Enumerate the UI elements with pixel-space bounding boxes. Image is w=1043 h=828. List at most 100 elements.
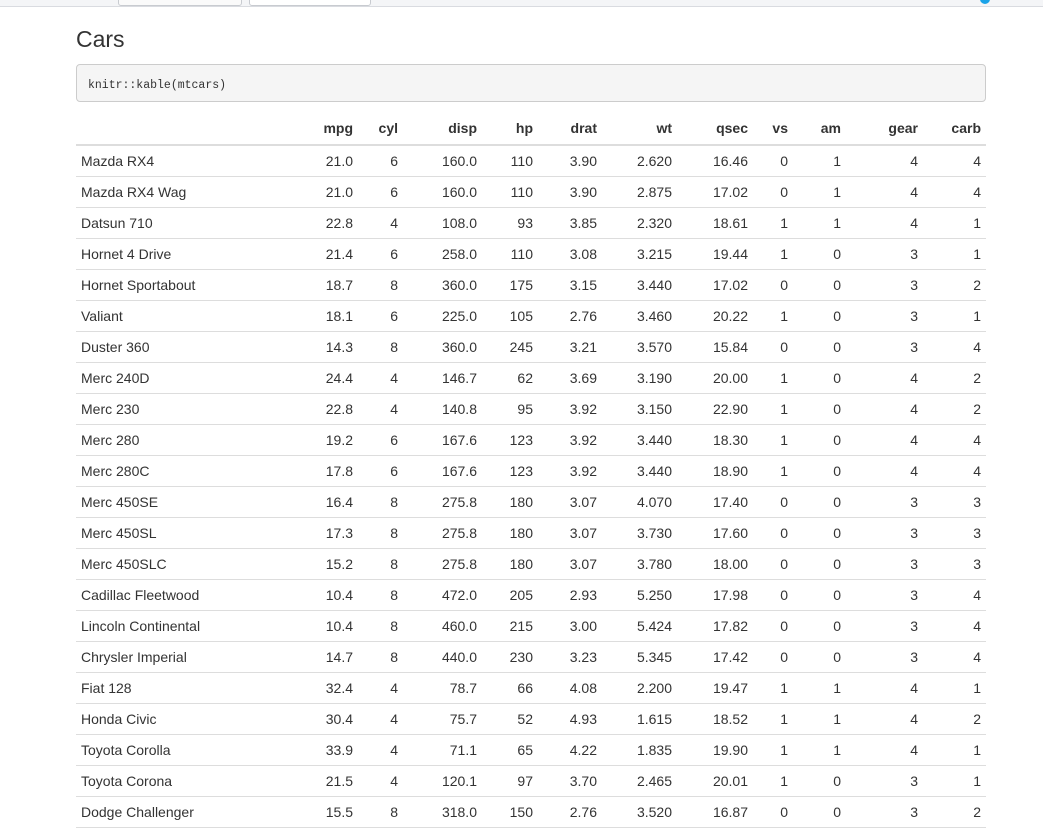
cell-qsec: 16.46: [677, 145, 753, 177]
cell-hp: 205: [482, 579, 538, 611]
column-header-drat: drat: [538, 111, 602, 146]
cell-hp: 230: [482, 641, 538, 673]
cell-disp: 167.6: [403, 455, 482, 487]
cell-hp: 110: [482, 176, 538, 208]
cell-wt: 3.150: [602, 393, 677, 425]
cell-mpg: 17.3: [305, 517, 358, 549]
cell-drat: 3.90: [538, 145, 602, 177]
cell-gear: 4: [846, 145, 923, 177]
cell-vs: 0: [753, 269, 793, 301]
cell-drat: 3.90: [538, 176, 602, 208]
cell-vs: 0: [753, 796, 793, 828]
row-name-cell: Dodge Challenger: [76, 796, 305, 828]
cell-carb: 4: [923, 424, 986, 456]
cell-cyl: 4: [358, 703, 403, 735]
row-name-cell: Toyota Corona: [76, 765, 305, 797]
cell-carb: 4: [923, 176, 986, 208]
table-row: Merc 240D 24.4 4 146.7 62 3.69 3.190 20.00 1 0 4 2: [76, 362, 986, 394]
cell-drat: 4.08: [538, 672, 602, 704]
cell-vs: 1: [753, 362, 793, 394]
cell-disp: 440.0: [403, 641, 482, 673]
cell-hp: 180: [482, 548, 538, 580]
cell-qsec: 19.44: [677, 238, 753, 270]
column-header-mpg: mpg: [305, 111, 358, 146]
cell-cyl: 6: [358, 176, 403, 208]
cell-wt: 2.875: [602, 176, 677, 208]
cell-vs: 1: [753, 734, 793, 766]
cell-am: 1: [793, 703, 846, 735]
cell-drat: 4.22: [538, 734, 602, 766]
data-table: mpg cyl disp hp drat wt qsec vs am gear carb Mazda…: [76, 111, 986, 828]
cell-vs: 1: [753, 424, 793, 456]
column-header-cyl: cyl: [358, 111, 403, 146]
cell-hp: 123: [482, 455, 538, 487]
cell-qsec: 17.98: [677, 579, 753, 611]
cell-mpg: 10.4: [305, 610, 358, 642]
cell-disp: 71.1: [403, 734, 482, 766]
cell-gear: 4: [846, 703, 923, 735]
cell-qsec: 17.82: [677, 610, 753, 642]
cell-mpg: 16.4: [305, 486, 358, 518]
row-name-cell: Mazda RX4: [76, 145, 305, 177]
cell-mpg: 19.2: [305, 424, 358, 456]
cell-drat: 3.00: [538, 610, 602, 642]
cell-wt: 1.615: [602, 703, 677, 735]
cell-disp: 318.0: [403, 796, 482, 828]
browser-extension-icon[interactable]: [980, 0, 990, 4]
cell-wt: 2.200: [602, 672, 677, 704]
cell-wt: 2.620: [602, 145, 677, 177]
cell-cyl: 8: [358, 486, 403, 518]
cell-mpg: 10.4: [305, 579, 358, 611]
cell-disp: 75.7: [403, 703, 482, 735]
row-name-cell: Hornet 4 Drive: [76, 238, 305, 270]
cell-gear: 4: [846, 176, 923, 208]
cell-qsec: 17.42: [677, 641, 753, 673]
cell-mpg: 15.2: [305, 548, 358, 580]
cell-mpg: 14.7: [305, 641, 358, 673]
cell-drat: 3.07: [538, 517, 602, 549]
cell-gear: 4: [846, 393, 923, 425]
cell-mpg: 14.3: [305, 331, 358, 363]
column-header-wt: wt: [602, 111, 677, 146]
cell-cyl: 8: [358, 548, 403, 580]
cell-mpg: 21.0: [305, 145, 358, 177]
table-row: Hornet Sportabout 18.7 8 360.0 175 3.15 3.440 1…: [76, 269, 986, 301]
cell-drat: 3.07: [538, 548, 602, 580]
column-header-rowname: [76, 111, 305, 146]
cell-hp: 245: [482, 331, 538, 363]
cell-am: 0: [793, 238, 846, 270]
cell-mpg: 24.4: [305, 362, 358, 394]
cell-am: 0: [793, 517, 846, 549]
cell-mpg: 22.8: [305, 393, 358, 425]
column-header-carb: carb: [923, 111, 986, 146]
table-body: Mazda RX4 21.0 6 160.0 110 3.90 2.620 16.46 0 1 4 4…: [76, 145, 986, 828]
cell-disp: 160.0: [403, 145, 482, 177]
cell-hp: 123: [482, 424, 538, 456]
cell-drat: 2.93: [538, 579, 602, 611]
cell-vs: 1: [753, 393, 793, 425]
cell-vs: 1: [753, 207, 793, 239]
cell-wt: 3.440: [602, 424, 677, 456]
cell-mpg: 17.8: [305, 455, 358, 487]
row-name-cell: Merc 240D: [76, 362, 305, 394]
table-row: Merc 230 22.8 4 140.8 95 3.92 3.150 22.90 1 0 4 2: [76, 393, 986, 425]
cell-gear: 3: [846, 269, 923, 301]
cell-disp: 472.0: [403, 579, 482, 611]
cell-qsec: 18.90: [677, 455, 753, 487]
cell-vs: 0: [753, 548, 793, 580]
cell-cyl: 6: [358, 238, 403, 270]
cell-gear: 3: [846, 300, 923, 332]
cell-wt: 5.345: [602, 641, 677, 673]
cell-gear: 3: [846, 796, 923, 828]
cell-am: 0: [793, 455, 846, 487]
row-name-cell: Lincoln Continental: [76, 610, 305, 642]
cell-hp: 105: [482, 300, 538, 332]
row-name-cell: Chrysler Imperial: [76, 641, 305, 673]
page-title: Cars: [76, 26, 125, 52]
cell-am: 1: [793, 207, 846, 239]
column-header-gear: gear: [846, 111, 923, 146]
cell-drat: 3.70: [538, 765, 602, 797]
cell-carb: 1: [923, 672, 986, 704]
cell-qsec: 17.02: [677, 176, 753, 208]
cell-gear: 3: [846, 331, 923, 363]
